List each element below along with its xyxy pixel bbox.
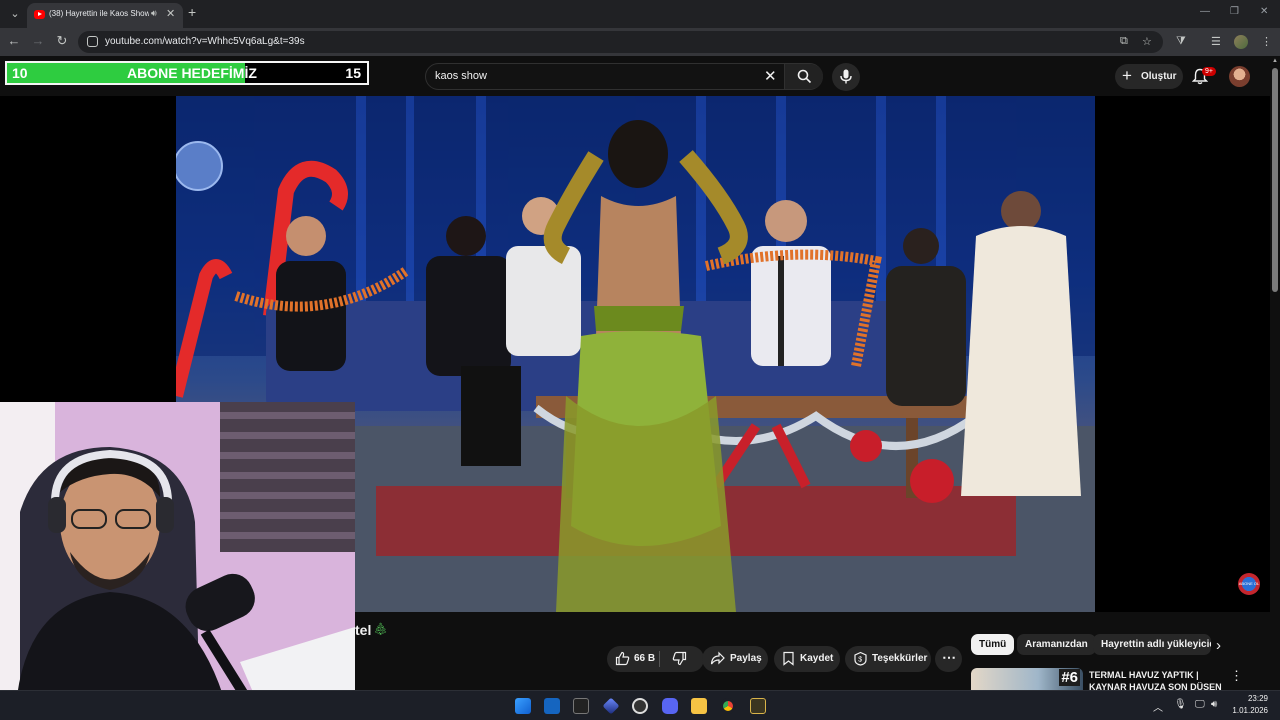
browser-menu-icon[interactable]: ⋮ <box>1261 35 1272 48</box>
player-letterbox-right <box>1095 96 1270 612</box>
chip-from-uploader[interactable]: Hayrettin adlı yükleyicid <box>1093 634 1211 655</box>
search-input[interactable]: kaos show ✕ <box>425 63 823 90</box>
share-label: Paylaş <box>730 653 762 664</box>
like-divider <box>659 651 660 667</box>
url-text[interactable]: youtube.com/watch?v=Whhc5Vq6aLg&t=39s <box>105 36 305 47</box>
browser-tab-active[interactable]: (38) Hayrettin ile Kaos Show 🔊︎ ✕ <box>27 3 183 28</box>
screen: ⌄ (38) Hayrettin ile Kaos Show 🔊︎ ✕ + — … <box>0 0 1280 720</box>
dislike-thumb-icon[interactable] <box>672 651 687 666</box>
forward-arrow-icon[interactable]: → <box>29 33 47 48</box>
youtube-header: 10 ABONE HEDEFİMİZ 15 kaos show ✕ + Oluş… <box>0 56 1280 96</box>
windows-start-icon[interactable] <box>515 698 531 714</box>
minimize-icon[interactable]: — <box>1200 6 1210 17</box>
search-icon <box>797 69 812 84</box>
clock-date[interactable]: 1.01.2026 <box>1228 706 1268 715</box>
clock-time[interactable]: 23:29 <box>1236 694 1268 703</box>
episode-badge: #6 <box>1059 669 1080 686</box>
app-sun-icon[interactable] <box>750 698 766 714</box>
address-bar[interactable]: youtube.com/watch?v=Whhc5Vq6aLg&t=39s ⧉ … <box>78 31 1163 53</box>
browser-profile-avatar[interactable] <box>1234 35 1248 49</box>
reload-icon[interactable]: ↻ <box>53 33 71 49</box>
more-actions-button[interactable]: ⋯ <box>935 646 962 672</box>
streamer-webcam <box>0 402 355 720</box>
capcut-icon[interactable] <box>573 698 589 714</box>
scroll-up-arrow-icon[interactable]: ▲ <box>1272 58 1278 64</box>
svg-text:$: $ <box>858 657 862 664</box>
recommended-video[interactable]: #6 TERMAL HAVUZ YAPTIK | KAYNAR HAVUZA S… <box>971 666 1271 692</box>
thanks-button[interactable]: $ Teşekkürler <box>845 646 931 672</box>
recommended-thumbnail[interactable]: #6 <box>971 668 1083 690</box>
like-thumb-icon[interactable] <box>615 651 630 666</box>
clear-search-icon[interactable]: ✕ <box>764 67 777 85</box>
windows-taskbar: ︿ 🎙︎ 🖵︎ 🔊︎ 23:29 1.01.2026 <box>0 690 1280 720</box>
voice-search-button[interactable] <box>832 63 860 91</box>
browser-toolbar: ← → ↻ youtube.com/watch?v=Whhc5Vq6aLg&t=… <box>0 28 1280 56</box>
webcam-frame <box>0 402 355 720</box>
search-query[interactable]: kaos show <box>435 70 487 82</box>
back-arrow-icon[interactable]: ← <box>5 33 23 48</box>
microphone-icon <box>840 69 852 84</box>
outlook-icon[interactable] <box>544 698 560 714</box>
create-label: Oluştur <box>1141 71 1177 82</box>
tab-title: (38) Hayrettin ile Kaos Show <box>49 9 149 18</box>
tray-overflow-icon[interactable]: ︿ <box>1153 699 1163 714</box>
volume-icon[interactable]: 🔊︎ <box>1211 699 1217 710</box>
discord-icon[interactable] <box>662 698 678 714</box>
more-horizontal-icon: ⋯ <box>942 649 956 665</box>
super-thanks-icon: $ <box>854 651 867 666</box>
network-icon[interactable]: 🖵︎ <box>1195 699 1205 710</box>
extensions-icon[interactable]: ⧩ <box>1176 35 1186 48</box>
tab-search-chevron-icon[interactable]: ⌄ <box>6 5 24 23</box>
browser-tab-strip: ⌄ (38) Hayrettin ile Kaos Show 🔊︎ ✕ + — … <box>0 0 1280 28</box>
recommended-title-line1[interactable]: TERMAL HAVUZ YAPTIK | <box>1089 670 1199 680</box>
new-tab-button[interactable]: + <box>188 4 196 20</box>
app-diamond-icon[interactable] <box>602 697 620 715</box>
scrollbar-thumb[interactable] <box>1272 68 1278 292</box>
goal-current: 10 <box>12 65 28 81</box>
page-scrollbar[interactable]: ▲ <box>1270 56 1280 690</box>
thanks-label: Teşekkürler <box>872 653 928 664</box>
chip-from-search[interactable]: Aramanızdan <box>1017 634 1096 655</box>
share-arrow-icon <box>710 651 725 665</box>
player-letterbox-left <box>0 96 176 402</box>
youtube-favicon-icon <box>34 10 45 19</box>
obs-icon[interactable] <box>632 698 648 714</box>
goal-label: ABONE HEDEFİMİZ <box>127 65 257 81</box>
subscriber-goal-overlay: 10 ABONE HEDEFİMİZ 15 <box>5 61 369 85</box>
like-dislike-group: 66 B <box>607 646 704 672</box>
cast-icon[interactable]: ⧉ <box>1120 35 1128 48</box>
search-button[interactable] <box>784 64 823 89</box>
chevron-right-icon[interactable]: › <box>1216 637 1221 654</box>
chrome-icon[interactable] <box>720 698 736 714</box>
create-button[interactable]: + Oluştur <box>1115 64 1183 89</box>
video-menu-icon[interactable]: ⋮ <box>1230 668 1243 684</box>
bookmark-star-icon[interactable]: ☆ <box>1142 35 1152 48</box>
christmas-tree-icon: 🎄︎ <box>373 622 389 636</box>
like-count[interactable]: 66 B <box>634 653 655 664</box>
tab-close-icon[interactable]: ✕ <box>166 7 175 20</box>
microphone-tray-icon[interactable]: 🎙︎ <box>1174 699 1187 710</box>
file-explorer-icon[interactable] <box>691 698 707 714</box>
chip-all[interactable]: Tümü <box>971 634 1015 655</box>
subscribe-watermark-icon[interactable]: ABONE OL <box>1238 573 1260 595</box>
notification-count-badge: 9+ <box>1202 67 1216 76</box>
save-button[interactable]: Kaydet <box>774 646 840 672</box>
reading-list-icon[interactable]: ☰ <box>1211 35 1221 48</box>
video-title: tel <box>355 622 372 638</box>
goal-target: 15 <box>345 65 361 81</box>
plus-icon: + <box>1122 66 1132 85</box>
account-avatar[interactable] <box>1229 66 1250 87</box>
save-label: Kaydet <box>800 653 834 664</box>
share-button[interactable]: Paylaş <box>702 646 768 672</box>
site-info-icon[interactable] <box>87 36 98 47</box>
speaker-icon[interactable]: 🔊︎ <box>151 8 157 19</box>
bookmark-icon <box>783 651 794 666</box>
maximize-icon[interactable]: ❐ <box>1230 6 1239 17</box>
window-close-icon[interactable]: ✕ <box>1260 6 1268 17</box>
